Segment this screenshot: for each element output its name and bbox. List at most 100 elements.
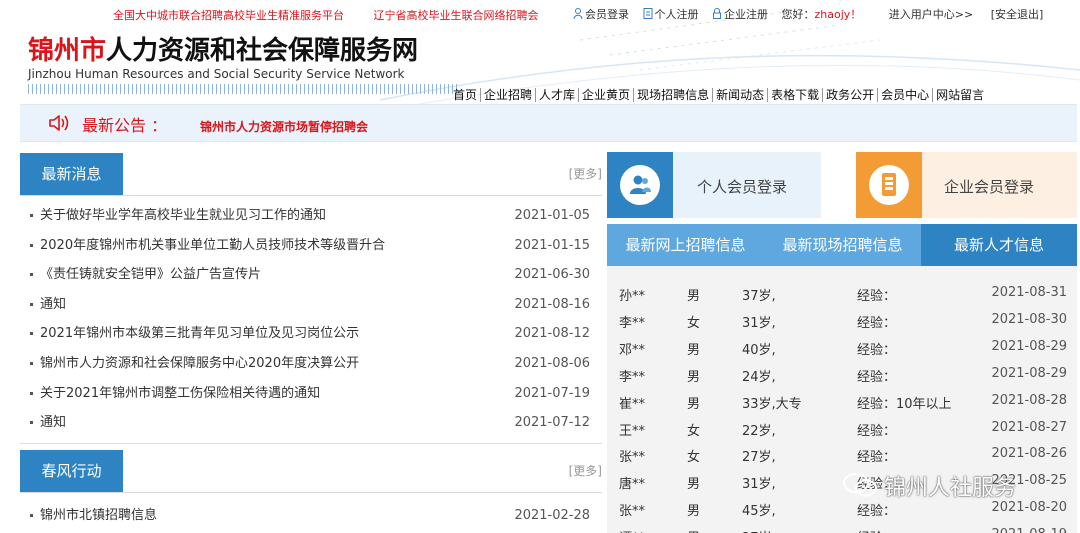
news-title[interactable]: 锦州市北镇招聘信息 [40,501,157,531]
news-title[interactable]: 关于做好毕业学年高校毕业生就业见习工作的通知 [40,201,326,231]
nav-talent-pool[interactable]: 人才库 [535,88,579,102]
user-center-link[interactable]: 进入用户中心>> [889,6,973,22]
member-login-link[interactable]: 会员登录 [573,6,629,22]
site-title: 锦州市人力资源和社会保障服务网 [28,30,418,67]
talent-experience: 经验： [857,315,897,331]
talent-gender: 男 [687,369,701,385]
talent-row[interactable]: 邓** 男 40岁, 经验： 2021-08-29 [607,332,1077,359]
enterprise-login-button[interactable]: 企业会员登录 [856,152,1077,218]
talent-age: 31岁, [742,477,776,493]
talent-date: 2021-08-31 [991,285,1067,300]
spring-action-tab[interactable]: 春风行动 [20,450,123,492]
notice-text[interactable]: 锦州市人力资源市场暂停招聘会 [200,118,368,135]
news-date: 2021-01-05 [514,208,590,223]
user-icon [573,8,583,19]
speaker-icon [49,115,69,131]
talent-age: 40岁, [742,342,776,358]
talent-date: 2021-08-28 [991,392,1067,408]
talent-experience: 经验： [857,423,897,439]
talent-row[interactable]: 孙** 男 37岁, 经验： 2021-08-31 [607,278,1077,305]
talent-date: 2021-08-30 [991,311,1067,327]
nav-enterprise-recruit[interactable]: 企业招聘 [480,88,536,102]
talent-row[interactable]: 谭** 男 27岁, 经验： 2021-08-19 [607,520,1077,533]
member-login-label: 会员登录 [585,8,629,21]
news-title[interactable]: 通知 [40,408,66,438]
bullet [30,391,33,395]
talent-gender: 男 [687,477,701,493]
tab-onsite-recruit[interactable]: 最新现场招聘信息 [764,224,921,266]
enterprise-register-link[interactable]: 企业注册 [712,6,768,22]
wechat-icon [843,473,877,497]
bullet [30,302,33,306]
news-date: 2021-06-30 [514,267,590,283]
tab-latest-talent[interactable]: 最新人才信息 [921,224,1077,266]
site-header: 全国大中城市联合招聘高校毕业生精准服务平台 辽宁省高校毕业生联合网络招聘会 会员… [0,0,1080,104]
talent-name: 孙** [619,289,646,304]
person-icon [607,152,673,218]
top-link-national-recruit[interactable]: 全国大中城市联合招聘高校毕业生精准服务平台 [113,9,344,22]
latest-news-more[interactable]: [更多] [569,165,602,182]
news-item[interactable]: 锦州市人力资源和社会保障服务中心2020年度决算公开 2021-08-06 [20,349,602,379]
notice-bar: 最新公告 ： 锦州市人力资源市场暂停招聘会 [20,104,1077,142]
bullet [30,361,33,365]
spring-action-list: 锦州市北镇招聘信息 2021-02-28 [20,493,602,531]
talent-gender: 男 [687,504,701,520]
nav-home[interactable]: 首页 [450,88,480,102]
talent-row[interactable]: 李** 男 24岁, 经验： 2021-08-29 [607,359,1077,386]
talent-row[interactable]: 王** 女 22岁, 经验： 2021-08-27 [607,413,1077,440]
nav-guestbook[interactable]: 网站留言 [932,88,988,102]
news-title[interactable]: 《责任铸就安全铠甲》公益广告宣传片 [40,260,261,290]
news-item[interactable]: 通知 2021-08-16 [20,290,602,320]
bullet [30,332,33,336]
lock-icon [713,8,721,19]
latest-news-header: 最新消息 [更多] [20,153,602,196]
nav-news[interactable]: 新闻动态 [712,88,768,102]
personal-login-label: 个人会员登录 [697,178,788,196]
news-title[interactable]: 锦州市人力资源和社会保障服务中心2020年度决算公开 [40,349,359,379]
personal-register-link[interactable]: 个人注册 [643,6,699,22]
top-link-liaoning-recruit[interactable]: 辽宁省高校毕业生联合网络招聘会 [374,9,539,22]
news-title[interactable]: 通知 [40,290,66,320]
spring-action-more[interactable]: [更多] [569,462,602,479]
main-nav: 首页 企业招聘 人才库 企业黄页 现场招聘信息 新闻动态 表格下载 政务公开 会员中心 网站留言 [450,86,988,103]
nav-forms-download[interactable]: 表格下载 [767,88,823,102]
talent-gender: 女 [687,450,701,466]
greeting-label: 您好： [781,8,815,21]
nav-yellow-pages[interactable]: 企业黄页 [578,88,634,102]
personal-register-label: 个人注册 [654,8,699,21]
news-item[interactable]: 2021年锦州市本级第三批青年见习单位及见习岗位公示 2021-08-12 [20,319,602,349]
news-title[interactable]: 2021年锦州市本级第三批青年见习单位及见习岗位公示 [40,319,359,349]
talent-row[interactable]: 崔** 男 33岁,大专 经验：10年以上 2021-08-28 [607,386,1077,413]
spring-action-header: 春风行动 [更多] [20,450,602,493]
news-item[interactable]: 锦州市北镇招聘信息 2021-02-28 [20,501,602,531]
news-item[interactable]: 关于做好毕业学年高校毕业生就业见习工作的通知 2021-01-05 [20,201,602,231]
news-item[interactable]: 关于2021年锦州市调整工伤保险相关待遇的通知 2021-07-19 [20,379,602,409]
logout-link[interactable]: [安全退出] [991,6,1044,22]
tab-online-recruit[interactable]: 最新网上招聘信息 [607,224,764,266]
wechat-watermark: 锦州人社服务 [842,470,1016,502]
news-item[interactable]: 通知 2021-07-12 [20,408,602,438]
personal-login-button[interactable]: 个人会员登录 [607,152,821,218]
latest-news-tab[interactable]: 最新消息 [20,153,123,195]
talent-gender: 男 [687,342,701,358]
talent-age: 27岁, [742,527,776,533]
talent-date: 2021-08-20 [991,500,1067,516]
nav-onsite-recruit[interactable]: 现场招聘信息 [633,88,713,102]
enterprise-register-label: 企业注册 [724,8,768,21]
news-title[interactable]: 2020年度锦州市机关事业单位工勤人员技师技术等级晋升合 [40,231,385,261]
watermark-text: 锦州人社服务 [884,476,1017,501]
talent-date: 2021-08-26 [991,446,1067,462]
greeting: 您好：zhaojy！ [782,6,862,22]
document-icon [643,8,652,19]
user-bar: 会员登录 个人注册 企业注册 您好：zhaojy！ 进入用户中心>> [安全退出… [573,6,1053,22]
nav-government-affairs[interactable]: 政务公开 [822,88,878,102]
news-item[interactable]: 《责任铸就安全铠甲》公益广告宣传片 2021-06-30 [20,260,602,290]
news-title[interactable]: 关于2021年锦州市调整工伤保险相关待遇的通知 [40,379,320,409]
username: zhaojy！ [814,8,862,21]
talent-age: 33岁,大专 [742,396,802,412]
news-item[interactable]: 2020年度锦州市机关事业单位工勤人员技师技术等级晋升合 2021-01-15 [20,231,602,261]
news-date: 2021-08-12 [514,326,590,342]
talent-row[interactable]: 李** 女 31岁, 经验： 2021-08-30 [607,305,1077,332]
nav-member-center[interactable]: 会员中心 [877,88,933,102]
talent-row[interactable]: 张** 女 27岁, 经验： 2021-08-26 [607,439,1077,466]
